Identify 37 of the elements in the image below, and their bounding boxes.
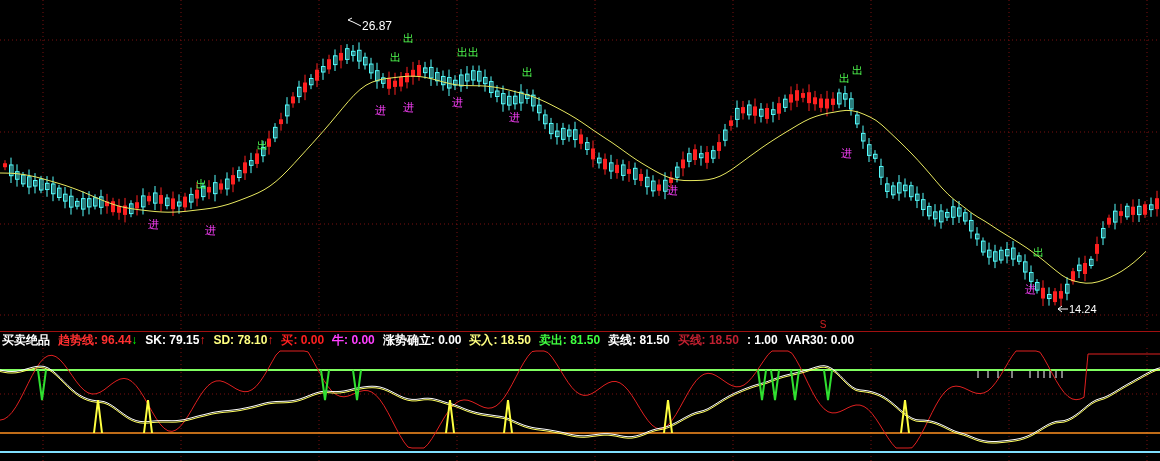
buy-signal-label: 进 (451, 96, 463, 108)
buy-signal-label: 进 (1024, 283, 1036, 295)
sell-signal-label: 出 (389, 51, 401, 63)
indicator-reading: 牛: 0.00 (332, 331, 375, 349)
low-price-label: 14.24 (1069, 303, 1097, 315)
buy-signal-label: 进 (204, 224, 216, 236)
buy-signal-label: 进 (508, 111, 520, 123)
indicator-reading: 买: 0.00 (281, 331, 325, 349)
indicator-reading: : 1.00 (746, 333, 778, 347)
indicator-reading: 卖出: 81.50 (538, 331, 601, 349)
high-price-label: 26.87 (362, 19, 393, 33)
indicator-reading: SK: 79.15 (145, 333, 200, 347)
indicator-reading: VAR30: 0.00 (785, 333, 855, 347)
indicator-reading: SD: 78.10 (213, 333, 268, 347)
sell-signal-label: 出出 (457, 46, 479, 58)
buy-signal-label: 进 (402, 101, 414, 113)
indicator-reading: 买线: 18.50 (677, 331, 739, 349)
trend-arrow: ↑ (199, 333, 206, 347)
indicator-reading: 买入: 18.50 (469, 331, 531, 349)
sell-signal-label: 出 (402, 32, 414, 44)
buy-signal-label: 进 (840, 147, 852, 159)
buy-signal-label: 进 (666, 184, 678, 196)
indicator-reading: 涨势确立: 0.00 (382, 331, 462, 349)
sell-signal-label: 出 (521, 66, 533, 78)
trend-arrow: ↓ (131, 333, 138, 347)
signal-marker: S (819, 319, 827, 330)
sell-signal-label: 出 (256, 139, 268, 151)
indicator-reading: 趋势线: 96.44 (58, 331, 132, 349)
sell-signal-label: 出 (195, 178, 207, 190)
sell-signal-label: 出 (851, 64, 863, 76)
indicator-title: 买卖绝品 (2, 331, 50, 349)
sell-signal-label: 出 (1032, 246, 1044, 258)
indicator-reading: 卖线: 81.50 (608, 331, 670, 349)
buy-signal-label: 进 (147, 218, 159, 230)
sell-signal-label: 出 (838, 72, 850, 84)
buy-signal-label: 进 (374, 104, 386, 116)
trend-arrow: ↑ (267, 333, 274, 347)
